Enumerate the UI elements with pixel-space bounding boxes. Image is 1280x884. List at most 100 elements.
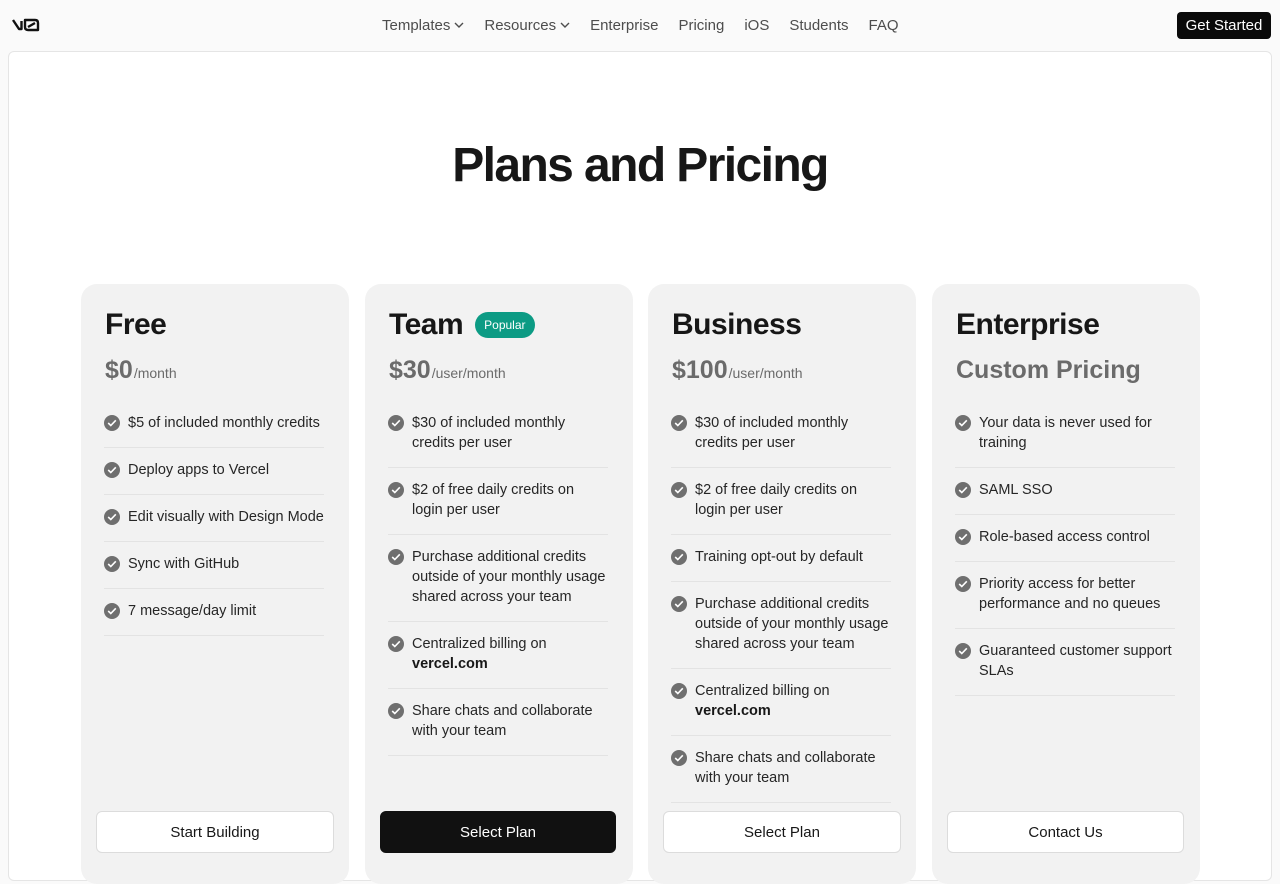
select-plan-button[interactable]: Select Plan — [380, 811, 616, 853]
price-period: /user/month — [728, 365, 803, 381]
nav-link-resources[interactable]: Resources — [474, 17, 580, 34]
nav-link-pricing[interactable]: Pricing — [668, 17, 734, 34]
plan-price: $100/user/month — [672, 356, 803, 385]
feature-text: Share chats and collaborate with your te… — [695, 750, 876, 786]
get-started-button[interactable]: Get Started — [1177, 12, 1271, 39]
nav-link-students[interactable]: Students — [779, 17, 858, 34]
check-circle-icon — [955, 643, 971, 659]
feature-list: $5 of included monthly credits Deploy app… — [104, 402, 324, 636]
price-period: /month — [133, 365, 177, 381]
check-circle-icon — [671, 750, 687, 766]
plan-name: Team — [389, 308, 464, 341]
plan-name: Free — [105, 308, 167, 341]
feature-link-text: vercel.com — [412, 656, 488, 672]
select-plan-button[interactable]: Select Plan — [663, 811, 901, 853]
feature-text: Share chats and collaborate with your te… — [412, 703, 593, 739]
check-circle-icon — [671, 482, 687, 498]
nav-links: Templates Resources Enterprise Pricing iOS St… — [372, 0, 909, 50]
feature-text: Edit visually with Design Mode — [128, 509, 324, 525]
feature-item: Centralized billing on vercel.com — [671, 669, 891, 736]
top-nav: Templates Resources Enterprise Pricing iOS St… — [0, 0, 1280, 50]
feature-item: SAML SSO — [955, 468, 1175, 515]
check-circle-icon — [671, 415, 687, 431]
feature-text: Guaranteed customer support SLAs — [979, 643, 1172, 679]
feature-text: $30 of included monthly credits per user — [695, 415, 849, 451]
plan-card-free: Free $0/month $5 of included monthly credi… — [81, 284, 349, 884]
check-circle-icon — [104, 462, 120, 478]
feature-text: Centralized billing on — [695, 683, 830, 699]
nav-link-label: Resources — [484, 16, 557, 34]
feature-text: 7 message/day limit — [128, 603, 257, 619]
feature-list: $30 of included monthly credits per user… — [388, 402, 608, 756]
check-circle-icon — [955, 576, 971, 592]
check-circle-icon — [388, 549, 404, 565]
feature-item: Priority access for better performance a… — [955, 562, 1175, 629]
plan-header: Free — [105, 308, 167, 342]
feature-item: Role-based access control — [955, 515, 1175, 562]
check-circle-icon — [388, 482, 404, 498]
check-circle-icon — [388, 636, 404, 652]
v0-logo-icon[interactable] — [12, 17, 40, 33]
check-circle-icon — [671, 549, 687, 565]
price-amount: $30 — [389, 356, 431, 384]
feature-item: $2 of free daily credits on login per us… — [671, 468, 891, 535]
plan-price: Custom Pricing — [956, 356, 1141, 385]
feature-item: Deploy apps to Vercel — [104, 448, 324, 495]
nav-link-label: Pricing — [678, 16, 725, 34]
check-circle-icon — [388, 415, 404, 431]
chevron-down-icon — [454, 22, 464, 28]
feature-list: $30 of included monthly credits per user… — [671, 402, 891, 803]
feature-item: Purchase additional credits outside of y… — [671, 582, 891, 669]
nav-link-faq[interactable]: FAQ — [859, 17, 909, 34]
contact-us-button[interactable]: Contact Us — [947, 811, 1184, 853]
feature-item: Training opt-out by default — [671, 535, 891, 582]
price-amount: $0 — [105, 356, 133, 384]
feature-text: Role-based access control — [979, 529, 1150, 545]
check-circle-icon — [955, 529, 971, 545]
feature-text: Sync with GitHub — [128, 556, 240, 572]
check-circle-icon — [104, 603, 120, 619]
feature-text: Deploy apps to Vercel — [128, 462, 270, 478]
price-amount: $100 — [672, 356, 728, 384]
price-amount: Custom Pricing — [956, 356, 1141, 384]
check-circle-icon — [955, 415, 971, 431]
feature-text: Your data is never used for training — [979, 415, 1152, 451]
plan-header: Business — [672, 308, 802, 342]
feature-item: $30 of included monthly credits per user — [388, 402, 608, 468]
feature-item: $30 of included monthly credits per user — [671, 402, 891, 468]
plan-card-business: Business $100/user/month $30 of included m… — [648, 284, 916, 884]
feature-item: Share chats and collaborate with your te… — [388, 689, 608, 756]
feature-text: Training opt-out by default — [695, 549, 863, 565]
nav-link-label: Students — [789, 16, 849, 34]
feature-text: $30 of included monthly credits per user — [412, 415, 566, 451]
feature-item: Edit visually with Design Mode — [104, 495, 324, 542]
nav-link-enterprise[interactable]: Enterprise — [580, 17, 668, 34]
nav-link-ios[interactable]: iOS — [734, 17, 779, 34]
feature-item: 7 message/day limit — [104, 589, 324, 636]
price-period: /user/month — [431, 365, 506, 381]
start-building-button[interactable]: Start Building — [96, 811, 334, 853]
feature-text: Purchase additional credits outside of y… — [412, 549, 606, 605]
nav-link-label: FAQ — [868, 16, 899, 34]
feature-link-text: vercel.com — [695, 703, 771, 719]
check-circle-icon — [955, 482, 971, 498]
plan-price: $0/month — [105, 356, 177, 385]
popular-badge: Popular — [475, 312, 535, 338]
plan-header: Team Popular — [389, 308, 535, 342]
plan-card-team: Team Popular $30/user/month $30 of included… — [365, 284, 633, 884]
plan-name: Enterprise — [956, 308, 1100, 341]
feature-text: Priority access for better performance a… — [979, 576, 1161, 612]
feature-item: $5 of included monthly credits — [104, 402, 324, 448]
plan-header: Enterprise — [956, 308, 1100, 342]
feature-text: $2 of free daily credits on login per us… — [412, 482, 575, 518]
check-circle-icon — [671, 683, 687, 699]
feature-text: $2 of free daily credits on login per us… — [695, 482, 858, 518]
check-circle-icon — [671, 596, 687, 612]
feature-text: $5 of included monthly credits — [128, 415, 320, 431]
nav-link-templates[interactable]: Templates — [372, 17, 474, 34]
check-circle-icon — [104, 556, 120, 572]
feature-item: Your data is never used for training — [955, 402, 1175, 468]
feature-text: SAML SSO — [979, 482, 1053, 498]
feature-list: Your data is never used for training SAML… — [955, 402, 1175, 696]
feature-item: Share chats and collaborate with your te… — [671, 736, 891, 803]
